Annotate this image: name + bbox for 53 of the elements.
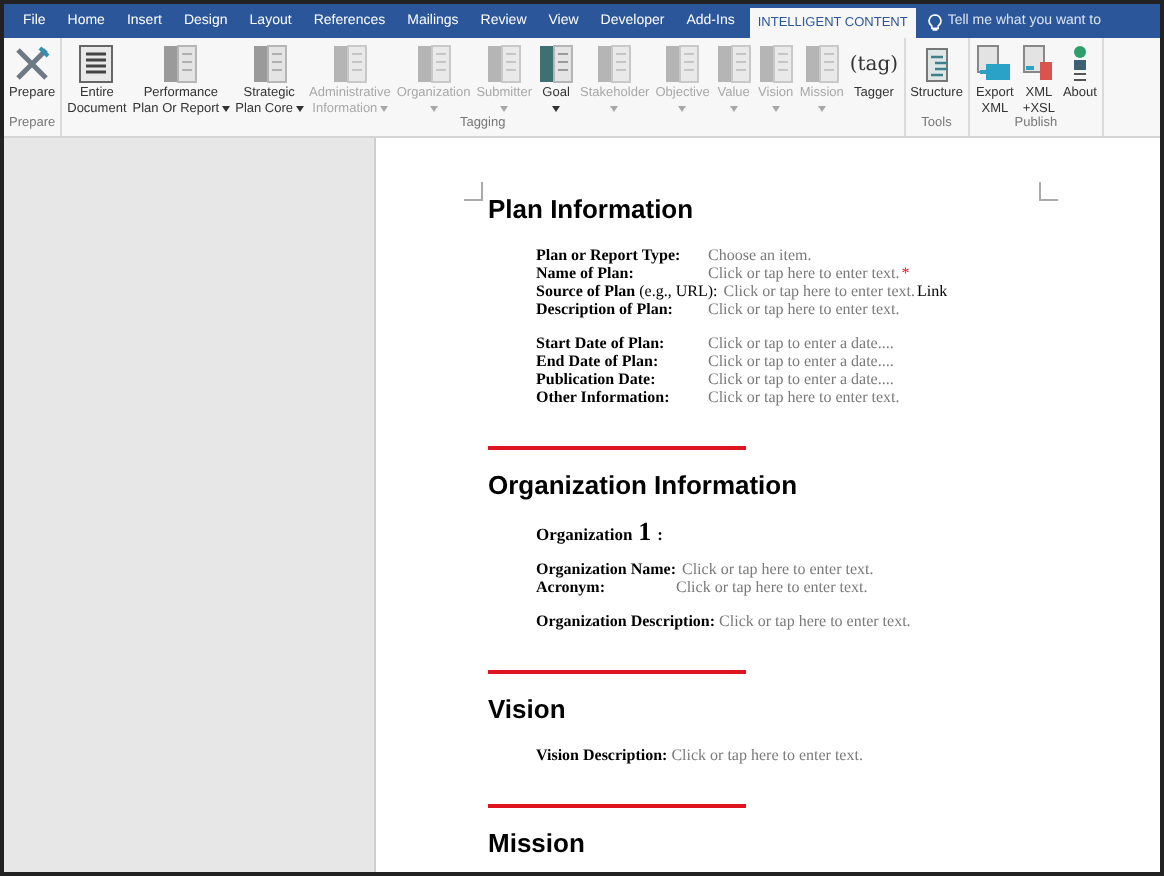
field-label: Publication Date: [536, 370, 658, 388]
colon-text: : [657, 526, 664, 544]
tag-list-icon [803, 44, 840, 84]
section-heading: Vision [488, 694, 568, 726]
field-label: Organization [536, 526, 633, 544]
tag-list-icon [162, 44, 199, 84]
tag-list-icon [596, 44, 633, 84]
tag-list-icon [538, 44, 575, 84]
placeholder-text[interactable]: Click or tap to enter a date.... [708, 352, 894, 370]
placeholder-text[interactable]: Click or tap here to enter text. [723, 282, 915, 300]
tag-list-icon [486, 44, 523, 84]
link[interactable]: Link [917, 282, 948, 300]
structure-icon [925, 47, 948, 81]
tag-list-icon [415, 44, 452, 84]
placeholder-text[interactable]: Click or tap here to enter text. [708, 388, 900, 406]
field-label: Vision Description: [536, 746, 670, 764]
corner-mark-icon [464, 182, 484, 202]
xml-xsl-icon [1020, 44, 1057, 84]
required-mark: * [901, 264, 910, 282]
placeholder-text[interactable]: Click or tap here to enter text. [708, 264, 900, 282]
field-label: Organization Description: [536, 612, 718, 630]
field-label: Acronym: [536, 578, 608, 596]
field-label: Description of Plan: [536, 300, 675, 318]
placeholder-text[interactable]: Click or tap here to enter text. [682, 560, 874, 578]
section-heading: Organization Information [488, 470, 800, 502]
corner-mark-icon [1038, 182, 1058, 202]
field-label: Plan or Report Type: [536, 246, 683, 264]
field-label: Source of Plan (e.g., URL): [536, 282, 720, 300]
field-label: Start Date of Plan: [536, 334, 667, 352]
tag-glyph: (tag) [849, 51, 899, 79]
export-xml-icon [974, 44, 1015, 84]
document-tags-icon [78, 44, 115, 84]
placeholder-text[interactable]: Click or tap here to enter text. [708, 300, 900, 318]
field-label: Other Information: [536, 388, 672, 406]
section-heading: Plan Information [488, 194, 696, 226]
tag-list-icon [715, 44, 752, 84]
placeholder-text[interactable]: Click or tap here to enter text. [671, 746, 863, 764]
field-label: End Date of Plan: [536, 352, 661, 370]
tag-list-icon [251, 44, 288, 84]
tag-list-icon [331, 44, 368, 84]
placeholder-text[interactable]: Click or tap here to enter text. [676, 578, 868, 596]
placeholder-text[interactable]: Click or tap here to enter text. [719, 612, 911, 630]
tag-list-icon [664, 44, 701, 84]
tag-list-icon [757, 44, 794, 84]
placeholder-text[interactable]: Click or tap to enter a date.... [708, 334, 894, 352]
field-label: Name of Plan: [536, 264, 636, 282]
placeholder-text[interactable]: Choose an item. [708, 246, 812, 264]
tools-icon [12, 44, 53, 84]
section-heading: Mission [488, 828, 587, 860]
organization-number: 1 [638, 522, 652, 540]
placeholder-text[interactable]: Click or tap to enter a date.... [708, 370, 894, 388]
field-label: Organization Name: [536, 560, 678, 578]
lightbulb-icon [927, 14, 942, 32]
